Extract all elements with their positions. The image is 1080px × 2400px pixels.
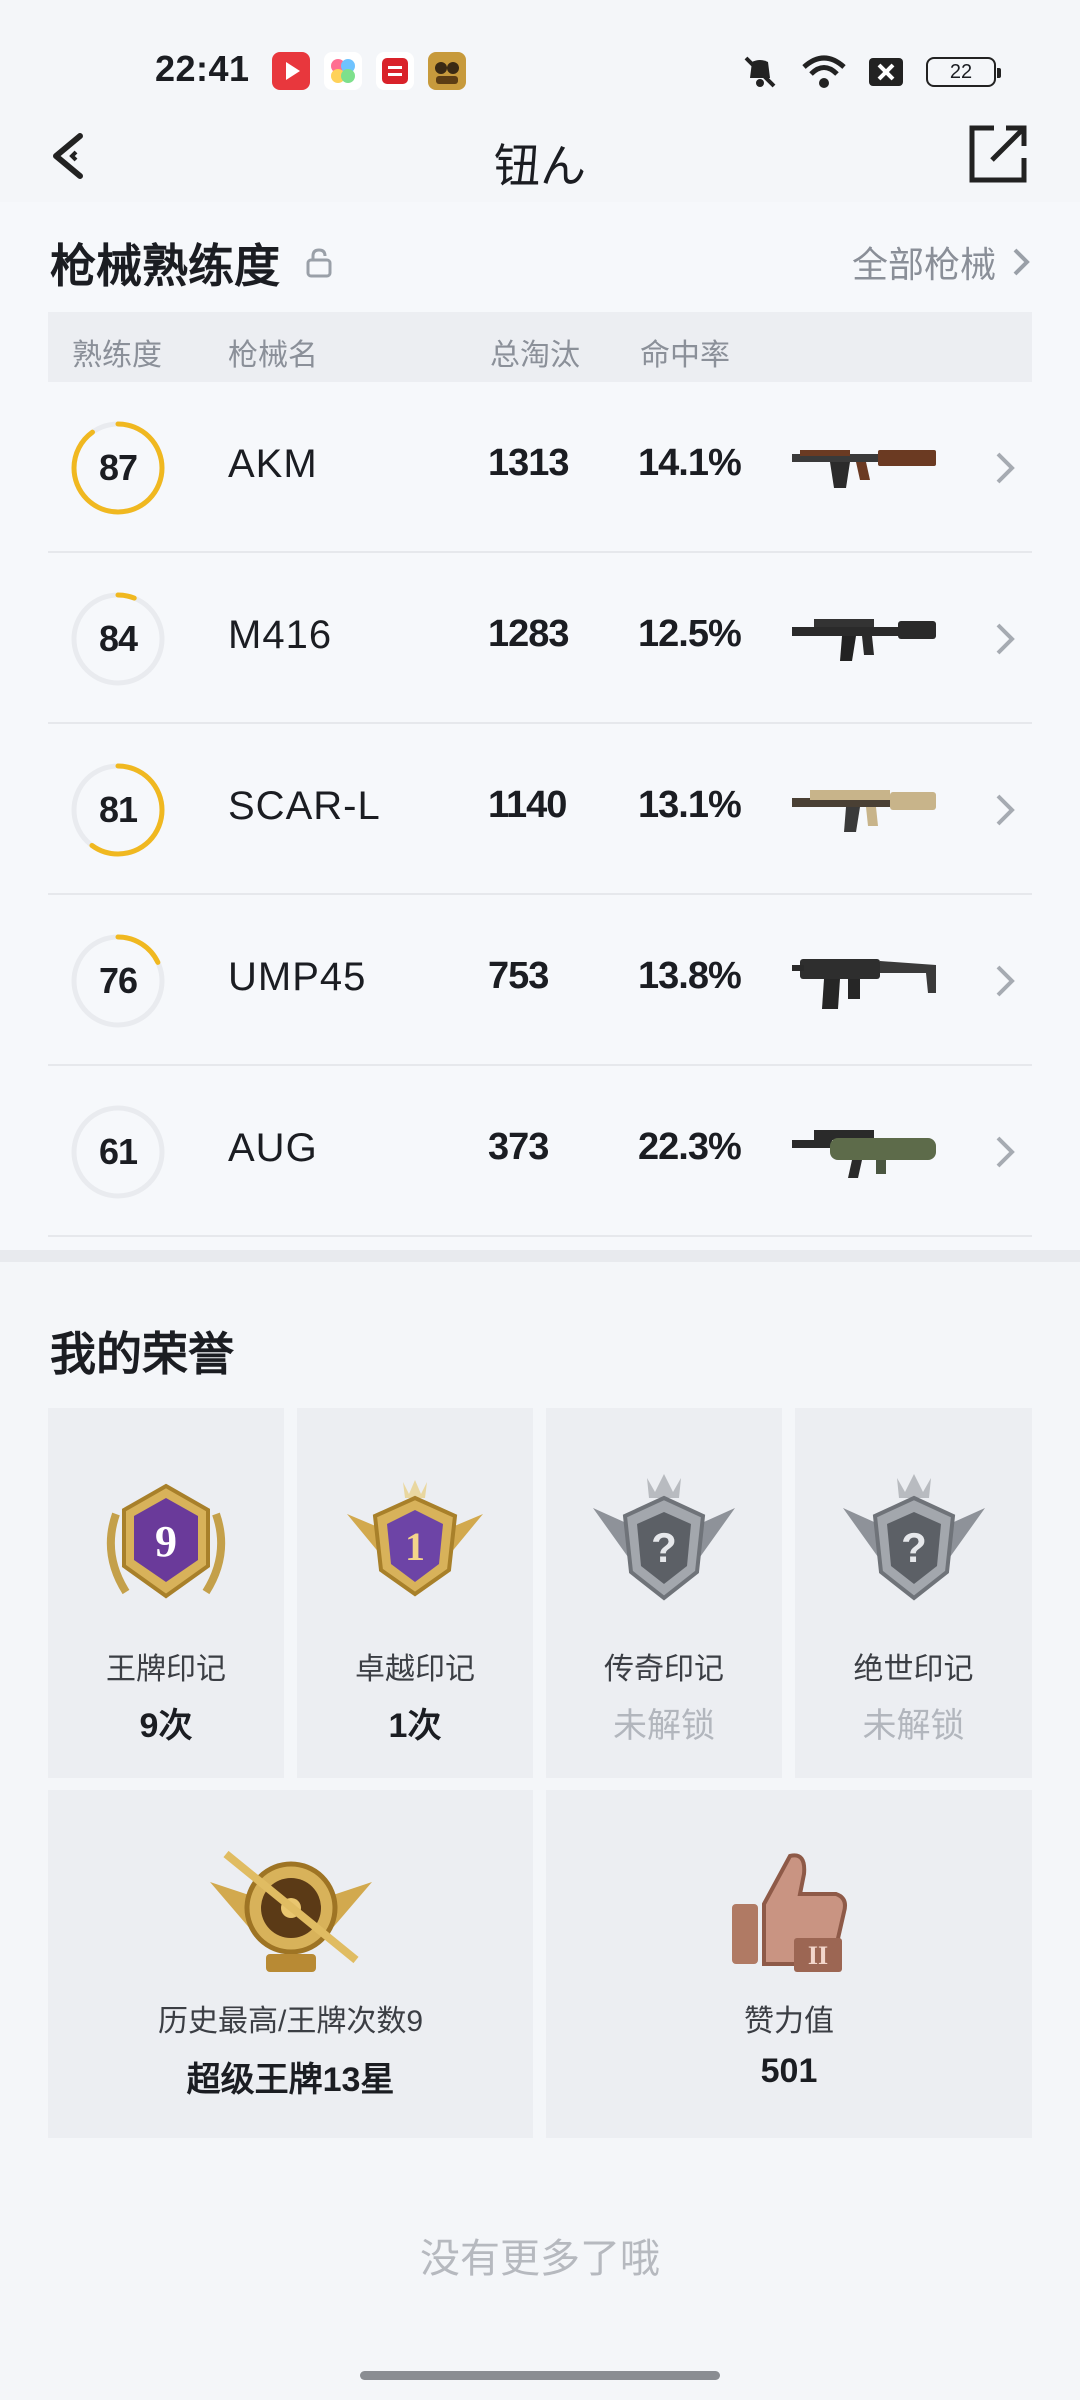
notification-icons [272,52,466,90]
honor-value: 1次 [388,1707,442,1745]
mastery-value: 87 [98,447,138,488]
honor-value: 未解锁 [862,1707,965,1745]
page-title: 钮ん [494,140,586,192]
weapon-accuracy: 13.1% [638,784,742,826]
weapon-image [792,790,936,832]
honor-label: 传奇印记 [604,1653,724,1686]
status-time: 22:41 [155,48,250,89]
header-accuracy: 命中率 [640,339,730,372]
header-kills: 总淘汰 [490,339,580,372]
honor-label: 卓越印记 [355,1653,475,1686]
history-highest-card[interactable]: 历史最高/王牌次数9 超级王牌13星 [48,1790,533,2138]
weapon-kills: 1313 [488,442,570,484]
sim-off-icon [869,58,903,86]
share-icon[interactable] [966,122,1030,186]
history-label: 历史最高/王牌次数9 [157,2005,424,2038]
weapon-name: AKM [228,442,318,486]
likes-card[interactable]: II 赞力值 501 [546,1790,1032,2138]
nav-bar: 钮ん [0,112,1080,202]
lock-icon[interactable] [306,248,332,278]
home-indicator[interactable] [360,2371,720,2380]
chevron-right-icon [996,1136,1015,1168]
honor-card-legend[interactable]: ? 传奇印记 未解锁 [546,1408,782,1778]
system-status-icons: 22 [740,54,1001,90]
excellence-badge-icon: 1 [347,1480,483,1597]
weapon-row-scar-l[interactable]: 81 SCAR-L 1140 13.1% [48,724,1032,895]
honor-label: 绝世印记 [853,1653,974,1686]
weapon-row-aug[interactable]: 61 AUG 373 22.3% [48,1066,1032,1237]
honor-value: 未解锁 [613,1707,715,1745]
weapon-row-ump45[interactable]: 76 UMP45 753 13.8% [48,895,1032,1066]
header-name: 枪械名 [228,339,318,372]
honors-title: 我的荣誉 [50,1328,234,1380]
chevron-right-icon [996,452,1015,484]
status-bar: 22:41 22 [0,0,1080,112]
mute-icon [744,56,776,88]
battery-icon: 22 [926,57,1001,87]
honor-card-peerless[interactable]: ? 绝世印记 未解锁 [795,1408,1032,1778]
all-weapons-link[interactable]: 全部枪械 [852,236,1030,288]
weapon-mastery-section: 枪械熟练度 [50,230,332,296]
header-mastery: 熟练度 [72,339,162,372]
weapon-image [792,959,936,1009]
weapon-row-akm[interactable]: 87 AKM 1313 14.1% [48,382,1032,553]
mastery-value: 76 [98,960,138,1001]
weapon-name: UMP45 [228,955,367,999]
weapon-table-header: 熟练度 枪械名 总淘汰 命中率 [48,312,1032,382]
wifi-icon [802,55,846,88]
weapon-row-m416[interactable]: 84 M416 1283 12.5% [48,553,1032,724]
svg-text:II: II [808,1941,828,1970]
section-divider [0,1250,1080,1262]
svg-text:?: ? [651,1524,677,1571]
gallery-app-icon [324,52,362,90]
game-app-icon [428,52,466,90]
mastery-value: 84 [98,618,138,659]
chevron-right-icon [996,623,1015,655]
svg-text:?: ? [901,1524,927,1571]
weapon-image [792,619,936,661]
likes-value: 501 [760,2052,818,2090]
chevron-right-icon [1013,248,1030,276]
section-title: 枪械熟练度 [50,240,280,292]
honor-card-excellence[interactable]: 1 卓越印记 1次 [297,1408,533,1778]
chevron-right-icon [996,965,1015,997]
weapon-name: M416 [228,613,333,657]
no-more-footer: 没有更多了哦 [420,2237,660,2281]
likes-label: 赞力值 [744,2005,834,2038]
weapon-accuracy: 12.5% [638,613,742,655]
sniper-rank-badge-icon [209,1850,372,1972]
all-weapons-label: 全部枪械 [851,244,996,285]
honor-value: 9次 [139,1707,193,1745]
svg-text:9: 9 [155,1517,177,1566]
weapon-image [792,1130,936,1178]
weapon-name: AUG [228,1126,318,1170]
thumbs-up-icon: II [732,1853,847,1972]
weapon-accuracy: 14.1% [638,442,742,484]
mastery-value: 61 [98,1131,138,1172]
weapon-kills: 373 [488,1126,549,1168]
news-app-icon [376,52,414,90]
weapon-image [792,450,936,488]
weapon-kills: 1283 [488,613,570,655]
chevron-right-icon [996,794,1015,826]
video-app-icon [272,52,310,90]
weapon-kills: 1140 [488,784,567,826]
weapon-accuracy: 22.3% [638,1126,742,1168]
honor-card-ace[interactable]: 9 王牌印记 9次 [48,1408,284,1778]
legend-badge-locked-icon: ? [593,1474,735,1601]
weapon-kills: 753 [488,955,549,997]
peerless-badge-locked-icon: ? [842,1474,985,1601]
weapon-name: SCAR-L [228,784,381,828]
honor-label: 王牌印记 [106,1653,226,1686]
mastery-value: 81 [98,789,138,830]
weapon-accuracy: 13.8% [638,955,742,997]
ace-badge-icon: 9 [106,1483,226,1599]
history-value: 超级王牌13星 [186,2061,395,2099]
svg-text:1: 1 [405,1524,425,1569]
